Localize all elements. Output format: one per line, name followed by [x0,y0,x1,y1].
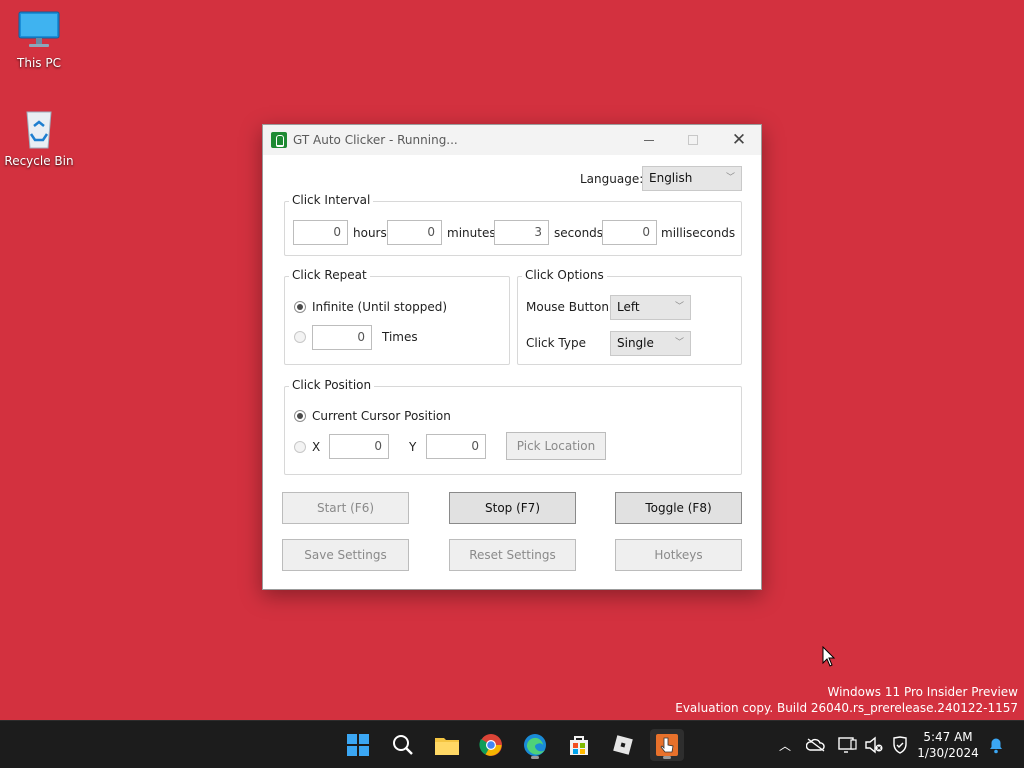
show-hidden-icons-button[interactable]: ︿ [775,735,795,755]
minutes-label: minutes [447,226,496,240]
y-label: Y [409,440,417,454]
watermark-line-2: Evaluation copy. Build 26040.rs_prerelea… [675,701,1018,715]
desktop-icon-label: This PC [17,56,61,70]
auto-clicker-window: GT Auto Clicker - Running... ✕ Language:… [262,124,762,590]
reset-settings-button[interactable]: Reset Settings [449,539,576,571]
file-explorer-button[interactable] [430,729,464,761]
click-type-label: Click Type [526,336,586,350]
volume-muted-icon[interactable] [864,735,884,755]
click-repeat-title: Click Repeat [289,268,370,282]
search-icon [393,735,413,755]
click-position-group: Click Position [284,378,742,475]
y-input[interactable]: 0 [426,434,486,459]
monitor-icon [17,8,61,52]
mouse-cursor-icon [822,645,836,671]
taskbar-clock[interactable]: 5:47 AM 1/30/2024 [916,729,980,761]
stop-button[interactable]: Stop (F7) [449,492,576,524]
click-interval-title: Click Interval [289,193,374,207]
start-button[interactable]: Start (F6) [282,492,409,524]
xy-radio[interactable] [294,441,306,453]
x-label: X [312,440,321,454]
window-client-area: Language: English ﹀ Click Interval 0 hou… [263,155,761,589]
title-bar[interactable]: GT Auto Clicker - Running... ✕ [263,125,761,155]
store-icon [570,736,588,755]
notification-bell-icon[interactable] [986,735,1006,755]
clock-date: 1/30/2024 [917,746,979,760]
times-input[interactable]: 0 [312,325,372,350]
current-cursor-radio[interactable] [294,410,306,422]
chevron-down-icon: ﹀ [725,173,735,183]
minutes-input[interactable]: 0 [387,220,442,245]
infinite-label: Infinite (Until stopped) [312,300,448,314]
infinite-radio[interactable] [294,301,306,313]
chrome-icon [479,734,502,756]
start-button[interactable] [341,729,375,761]
edge-button[interactable] [518,729,552,761]
x-input[interactable]: 0 [329,434,389,459]
roblox-button[interactable] [606,729,640,761]
taskbar: ︿ 5:47 AM 1/30/2024 [0,720,1024,768]
times-label: Times [382,330,418,344]
click-repeat-group: Click Repeat [284,268,510,365]
click-type-value: Single [617,336,654,350]
language-select[interactable]: English ﹀ [642,166,742,191]
click-position-title: Click Position [289,378,375,392]
edge-icon [524,734,546,756]
language-value: English [649,171,693,185]
hours-label: hours [353,226,387,240]
auto-clicker-icon [271,132,287,148]
chrome-button[interactable] [474,729,508,761]
recycle-bin-icon [17,106,61,150]
start-icon [347,734,369,756]
search-button[interactable] [386,729,420,761]
maximize-icon [688,135,698,145]
clock-time: 5:47 AM [923,730,973,744]
toggle-button[interactable]: Toggle (F8) [615,492,742,524]
store-button[interactable] [562,729,596,761]
click-type-select[interactable]: Single ﹀ [610,331,691,356]
onedrive-icon[interactable] [806,735,826,755]
seconds-label: seconds [554,226,604,240]
mouse-button-select[interactable]: Left ﹀ [610,295,691,320]
window-title: GT Auto Clicker - Running... [293,133,458,147]
close-button[interactable]: ✕ [717,125,761,155]
watermark-line-1: Windows 11 Pro Insider Preview [827,685,1018,699]
hotkeys-button[interactable]: Hotkeys [615,539,742,571]
security-icon[interactable] [890,735,910,755]
running-indicator [531,756,539,759]
chevron-down-icon: ﹀ [674,338,684,348]
auto-clicker-icon [656,734,678,756]
times-radio[interactable] [294,331,306,343]
seconds-input[interactable]: 3 [494,220,549,245]
mouse-button-value: Left [617,300,640,314]
running-indicator [663,756,671,759]
desktop-icon-label: Recycle Bin [4,154,74,168]
save-settings-button[interactable]: Save Settings [282,539,409,571]
auto-clicker-taskbar-button[interactable] [650,729,684,761]
roblox-icon [613,735,633,755]
maximize-button [671,125,715,155]
mouse-button-label: Mouse Button [526,300,609,314]
language-label: Language: [580,172,644,186]
desktop-icon-recycle-bin[interactable]: Recycle Bin [1,106,77,168]
network-icon[interactable] [838,735,858,755]
chevron-down-icon: ﹀ [674,302,684,312]
milliseconds-input[interactable]: 0 [602,220,657,245]
pick-location-button[interactable]: Pick Location [506,432,606,460]
current-cursor-label: Current Cursor Position [312,409,451,423]
click-options-title: Click Options [522,268,607,282]
minimize-button[interactable] [627,125,671,155]
close-icon: ✕ [731,130,747,150]
chevron-up-icon: ︿ [778,738,791,753]
desktop-icon-this-pc[interactable]: This PC [1,8,77,70]
milliseconds-label: milliseconds [661,226,736,240]
hours-input[interactable]: 0 [293,220,348,245]
minimize-icon [644,139,654,141]
file-explorer-icon [435,738,459,755]
